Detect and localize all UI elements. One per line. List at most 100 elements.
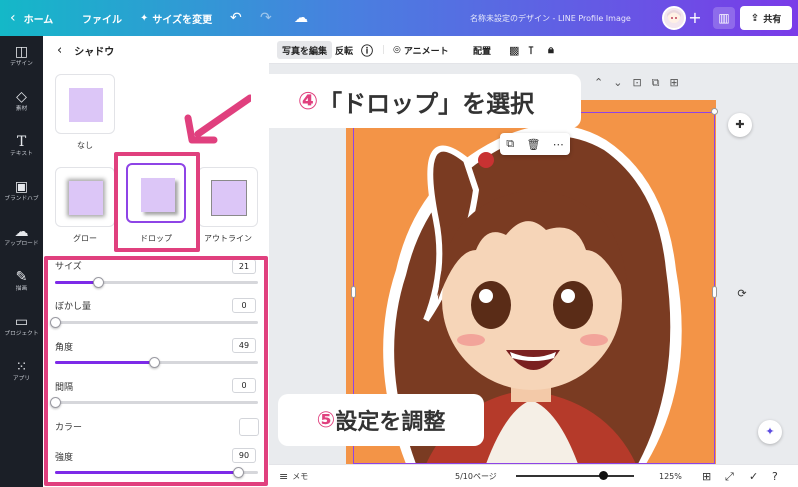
shadow-option-none[interactable] bbox=[55, 74, 115, 134]
rail-label: プロジェクト bbox=[4, 330, 39, 337]
color-swatch[interactable] bbox=[239, 418, 259, 436]
check-icon[interactable]: ✓ bbox=[749, 465, 758, 487]
shadow-preview bbox=[211, 180, 247, 216]
grid-view-icon[interactable]: ⊞ bbox=[702, 465, 711, 487]
magic-assistant-icon[interactable]: ✦ bbox=[758, 420, 782, 444]
transparency-icon[interactable]: ▩ bbox=[509, 36, 519, 64]
resize-button[interactable]: ✦ サイズを変更 bbox=[140, 0, 212, 36]
rail-item-design[interactable]: ◫ デザイン bbox=[0, 44, 43, 68]
rail-item-elements[interactable]: ◇ 素材 bbox=[0, 89, 43, 113]
edit-photo-button[interactable]: 写真を編集 bbox=[277, 41, 333, 59]
distance-slider[interactable] bbox=[50, 397, 258, 408]
page-tools: ⌃⌄⊡⧉⊞ bbox=[594, 76, 689, 90]
insights-icon[interactable]: ▥ bbox=[713, 7, 735, 29]
home-button[interactable]: ‹ ホーム bbox=[10, 0, 53, 36]
blur-value-input[interactable]: 0 bbox=[232, 298, 256, 313]
slider-knob[interactable] bbox=[233, 467, 244, 478]
file-menu-button[interactable]: ファイル bbox=[82, 0, 122, 36]
document-title[interactable]: 名称未設定のデザイン - LINE Profile Image bbox=[470, 0, 631, 36]
distance-label: 間隔 bbox=[55, 383, 74, 393]
rail-item-apps[interactable]: ⁙ アプリ bbox=[0, 359, 43, 383]
cloud-sync-icon[interactable]: ☁ bbox=[294, 0, 308, 36]
slider-knob[interactable] bbox=[50, 317, 61, 328]
duplicate-icon[interactable]: ⧉ bbox=[652, 76, 670, 89]
blur-slider[interactable] bbox=[50, 317, 258, 328]
upload-icon: ☁ bbox=[14, 224, 29, 240]
panel-header: ‹ シャドウ bbox=[43, 36, 269, 64]
step-4-text: 「ドロップ」を選択 bbox=[318, 89, 535, 118]
zoom-slider[interactable] bbox=[516, 475, 634, 477]
zoom-level[interactable]: 125% bbox=[659, 465, 682, 487]
pointer-arrow bbox=[184, 94, 254, 144]
page-indicator[interactable]: 5/10ページ bbox=[455, 465, 497, 487]
resize-handle[interactable] bbox=[712, 286, 717, 298]
angle-value-input[interactable]: 49 bbox=[232, 338, 256, 353]
avatar-image bbox=[664, 8, 684, 28]
rail-item-brand[interactable]: ▣ ブランドハブ bbox=[0, 179, 43, 203]
rail-item-projects[interactable]: ▭ プロジェクト bbox=[0, 314, 43, 338]
more-icon[interactable]: ⋯ bbox=[553, 138, 564, 151]
add-page-icon[interactable]: ⊞ bbox=[670, 76, 689, 89]
rail-item-draw[interactable]: ✎ 描画 bbox=[0, 269, 43, 293]
shadow-option-glow[interactable] bbox=[55, 167, 115, 227]
angle-label: 角度 bbox=[55, 343, 74, 353]
angle-slider[interactable] bbox=[55, 357, 258, 368]
undo-icon[interactable]: ↶ bbox=[230, 0, 242, 36]
help-icon[interactable]: ? bbox=[772, 465, 778, 487]
top-bar: ‹ ホーム ファイル ✦ サイズを変更 ↶ ↷ ☁ 名称未設定のデザイン - L… bbox=[0, 0, 798, 36]
size-slider[interactable] bbox=[55, 277, 258, 288]
lock-icon[interactable]: 🔒︎ bbox=[548, 36, 554, 64]
rotate-icon[interactable]: ⟳ bbox=[730, 282, 754, 306]
intensity-slider[interactable] bbox=[55, 467, 258, 478]
add-collaborator-icon[interactable]: + bbox=[686, 8, 704, 28]
comment-icon[interactable]: ✚ bbox=[728, 113, 752, 137]
shadow-option-drop[interactable] bbox=[126, 163, 186, 223]
paint-roller-icon[interactable]: ⊺ bbox=[528, 36, 534, 64]
animate-button[interactable]: ◎ アニメート bbox=[393, 36, 449, 64]
share-label: 共有 bbox=[763, 14, 782, 25]
rail-label: 描画 bbox=[15, 285, 28, 292]
folder-icon: ▭ bbox=[14, 314, 29, 330]
zoom-slider-knob[interactable] bbox=[599, 471, 608, 480]
size-label: サイズ bbox=[55, 262, 82, 272]
shadow-option-label: なし bbox=[77, 141, 93, 150]
resize-handle[interactable] bbox=[351, 286, 356, 298]
back-icon[interactable]: ‹ bbox=[57, 43, 62, 58]
position-button[interactable]: 配置 bbox=[473, 36, 491, 64]
shadow-option-outline[interactable] bbox=[198, 167, 258, 227]
chevron-up-icon[interactable]: ⌃ bbox=[594, 76, 613, 89]
intensity-value-input[interactable]: 90 bbox=[232, 448, 256, 463]
element-toolbar: ⧉ 🗑︎ ⋯ bbox=[500, 133, 570, 155]
text-icon: T bbox=[16, 134, 27, 150]
animate-label: アニメート bbox=[403, 46, 449, 57]
step-5-number: ⑤ bbox=[316, 407, 336, 433]
shadow-preview bbox=[69, 88, 103, 122]
chevron-down-icon[interactable]: ⌄ bbox=[613, 76, 632, 89]
trash-icon[interactable]: 🗑︎ bbox=[526, 138, 540, 151]
step-4-number: ④ bbox=[297, 87, 319, 115]
avatar[interactable] bbox=[662, 6, 686, 30]
lock-icon[interactable]: ⊡ bbox=[632, 76, 651, 89]
duplicate-icon[interactable]: ⧉ bbox=[506, 137, 514, 151]
fullscreen-icon[interactable]: ⤢ bbox=[725, 465, 734, 487]
rail-item-upload[interactable]: ☁ アップロード bbox=[0, 224, 43, 248]
distance-value-input[interactable]: 0 bbox=[232, 378, 256, 393]
notes-button[interactable]: ≡ メモ bbox=[279, 465, 308, 487]
rail-label: デザイン bbox=[10, 60, 33, 67]
redo-icon[interactable]: ↷ bbox=[260, 0, 272, 36]
intensity-label: 強度 bbox=[55, 453, 74, 463]
slider-knob[interactable] bbox=[93, 277, 104, 288]
slider-knob[interactable] bbox=[50, 397, 61, 408]
size-value-input[interactable]: 21 bbox=[232, 259, 256, 274]
color-label: カラー bbox=[55, 423, 83, 433]
rail-item-text[interactable]: T テキスト bbox=[0, 134, 43, 158]
info-icon[interactable]: ⓘ bbox=[361, 36, 373, 64]
step-5-text: 設定を調整 bbox=[335, 410, 446, 435]
slider-knob[interactable] bbox=[149, 357, 160, 368]
resize-handle[interactable] bbox=[711, 108, 718, 115]
blur-label: ぼかし量 bbox=[55, 302, 92, 312]
share-button[interactable]: ⇪ 共有 bbox=[740, 6, 792, 30]
divider: | bbox=[382, 45, 386, 55]
editor-toolbar: 写真を編集 反転 ⓘ | ◎ アニメート 配置 ▩ ⊺ 🔒︎ bbox=[269, 36, 798, 64]
flip-button[interactable]: 反転 bbox=[335, 36, 353, 64]
